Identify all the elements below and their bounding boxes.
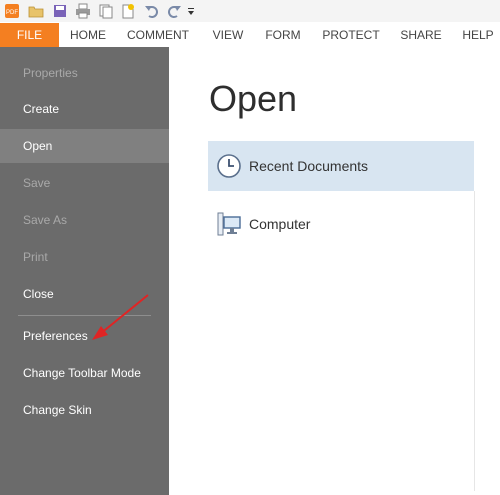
annotation-arrow-icon — [92, 294, 149, 340]
